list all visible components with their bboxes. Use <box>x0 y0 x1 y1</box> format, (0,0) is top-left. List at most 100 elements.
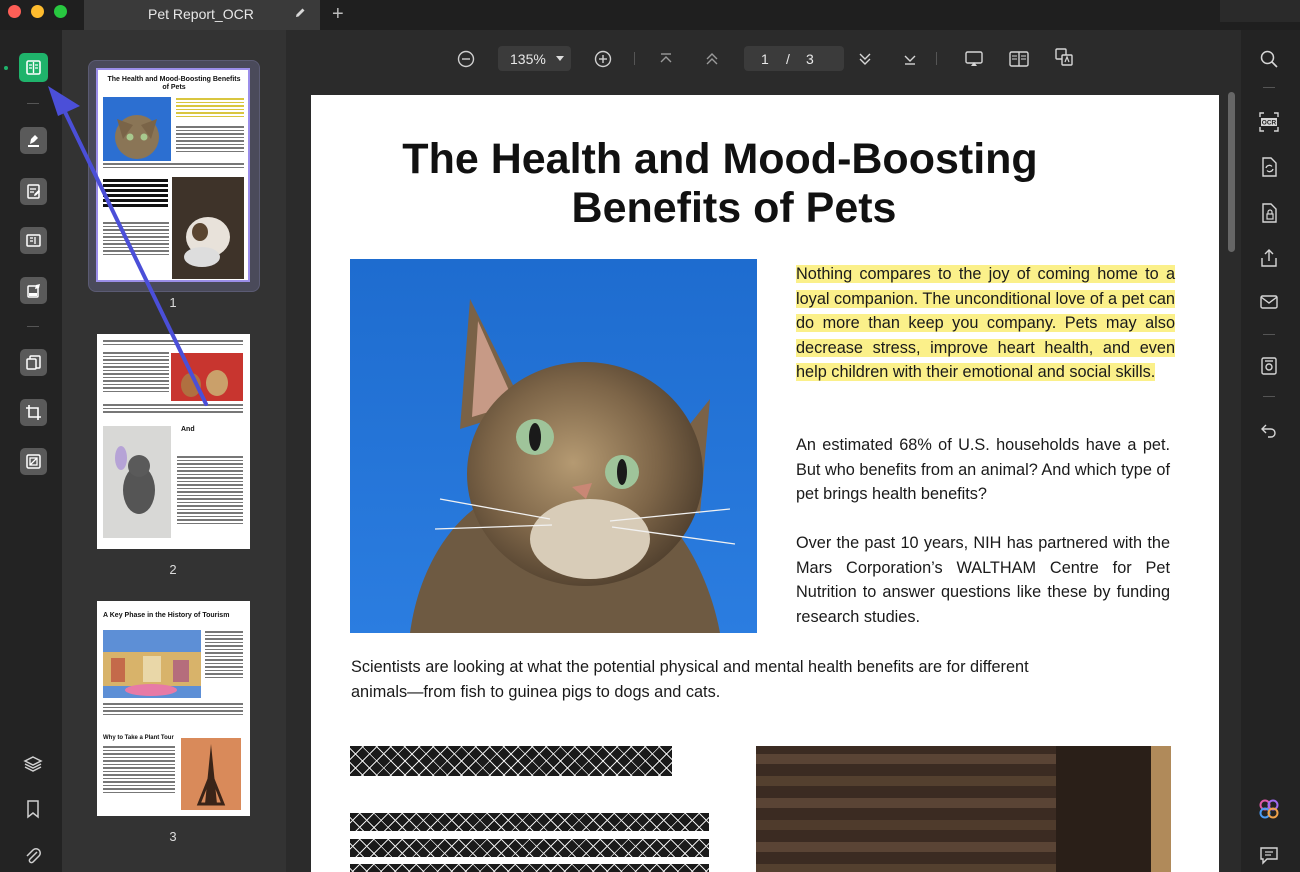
maximize-window-button[interactable] <box>54 5 67 18</box>
page-number-box[interactable]: 1 / 3 <box>744 46 844 71</box>
right-tool-rail: OCR <box>1241 30 1300 872</box>
bookmark-icon <box>27 800 39 819</box>
thumbnail-text <box>103 746 175 795</box>
ocr-button[interactable]: OCR <box>1258 111 1280 133</box>
thumbnail-title: The Health and Mood-Boosting Benefits of… <box>107 76 241 91</box>
rail-separator <box>1263 334 1275 335</box>
thumbnail-text <box>205 631 243 680</box>
page-separator: / <box>786 51 790 67</box>
rail-separator <box>27 326 39 327</box>
two-page-icon <box>1009 51 1029 67</box>
next-page-button[interactable] <box>854 48 876 70</box>
thumbnail-highlighted-text <box>176 98 244 119</box>
protect-document-button[interactable] <box>1258 202 1280 224</box>
thumbnail-eiffel-image <box>181 738 241 810</box>
highlighted-paragraph: Nothing compares to the joy of coming ho… <box>796 262 1175 385</box>
translate-button[interactable] <box>1053 46 1075 68</box>
convert-button[interactable] <box>1258 156 1280 178</box>
title-bar: Pet Report_OCR + <box>0 0 1300 30</box>
zoom-in-button[interactable] <box>592 48 614 70</box>
page-display-button[interactable] <box>1008 48 1030 70</box>
page-thumbnail-2[interactable]: And <box>97 334 250 549</box>
zoom-select[interactable]: 135% <box>498 46 571 71</box>
paragraph-nih: Over the past 10 years, NIH has partnere… <box>796 534 1170 626</box>
slideshow-button[interactable] <box>963 48 985 70</box>
page-thumbnail-3[interactable]: A Key Phase in the History of Tourism Wh… <box>97 601 250 816</box>
crop-button[interactable] <box>20 399 47 426</box>
comments-button[interactable] <box>1258 844 1280 866</box>
add-tab-button[interactable]: + <box>332 4 344 24</box>
rail-separator <box>1263 396 1275 397</box>
pages-icon <box>26 355 41 370</box>
thumbnail-text <box>103 163 244 170</box>
thumbnail-cat-image <box>103 426 171 538</box>
thumbnail-dogs-image <box>171 353 243 401</box>
share-icon <box>1261 249 1277 267</box>
document-title-line-2: Benefits of Pets <box>571 184 897 232</box>
left-tool-rail <box>0 30 62 872</box>
previous-page-button[interactable] <box>701 48 723 70</box>
protect-button[interactable] <box>20 448 47 475</box>
share-button[interactable] <box>1258 247 1280 269</box>
chevron-down-icon <box>556 56 564 61</box>
pdf-editor-window: Pet Report_OCR + The Health and Mood-Boo… <box>0 0 1300 872</box>
document-title: The Health and Mood-Boosting Benefits of… <box>311 135 1129 233</box>
translate-icon <box>1055 48 1073 66</box>
comment-tool-button[interactable] <box>20 127 47 154</box>
minimize-window-button[interactable] <box>31 5 44 18</box>
dog-photo <box>756 746 1171 872</box>
thumbnail-page-number: 3 <box>169 829 177 844</box>
save-button[interactable] <box>1258 355 1280 377</box>
rail-separator <box>1263 87 1275 88</box>
first-page-icon <box>660 53 672 63</box>
bookmarks-button[interactable] <box>22 798 44 820</box>
close-window-button[interactable] <box>8 5 21 18</box>
double-chevron-down-icon <box>859 53 871 65</box>
thumbnail-text <box>103 703 243 717</box>
organize-pages-button[interactable] <box>20 349 47 376</box>
mail-icon <box>1260 295 1278 309</box>
thumbnail-page-number: 2 <box>169 562 177 577</box>
last-page-icon <box>904 55 916 65</box>
current-page-input[interactable]: 1 <box>761 51 769 67</box>
comment-icon <box>1260 847 1278 865</box>
pencil-icon[interactable] <box>294 7 306 19</box>
sign-button[interactable] <box>20 277 47 304</box>
vertical-scrollbar[interactable] <box>1228 92 1235 252</box>
zoom-out-button[interactable] <box>455 48 477 70</box>
form-icon <box>26 234 41 247</box>
document-tab[interactable]: Pet Report_OCR <box>84 0 320 30</box>
thumbnail-text <box>103 352 169 394</box>
presentation-icon <box>965 51 983 66</box>
paragraph-households: An estimated 68% of U.S. households have… <box>796 436 1170 503</box>
edit-pdf-button[interactable] <box>20 178 47 205</box>
double-chevron-up-icon <box>706 53 718 65</box>
undo-button[interactable] <box>1258 419 1280 441</box>
last-page-button[interactable] <box>899 48 921 70</box>
zoom-value: 135% <box>510 51 546 67</box>
ai-assistant-button[interactable] <box>1258 798 1280 820</box>
reader-mode-button[interactable] <box>19 53 48 82</box>
total-pages: 3 <box>806 51 814 67</box>
redaction-block <box>350 839 709 857</box>
first-page-button[interactable] <box>655 48 677 70</box>
paragraph-scientists: Scientists are looking at what the poten… <box>351 658 1029 701</box>
signature-icon <box>27 284 40 298</box>
thumbnail-text <box>103 222 169 257</box>
cat-photo <box>350 259 757 633</box>
zoom-in-icon <box>594 50 612 68</box>
document-title-line-1: The Health and Mood-Boosting <box>402 135 1038 183</box>
search-button[interactable] <box>1258 48 1280 70</box>
attachments-button[interactable] <box>22 845 44 867</box>
toolbar-divider <box>936 52 937 65</box>
email-button[interactable] <box>1258 291 1280 313</box>
layers-icon <box>23 756 43 772</box>
document-tab-title: Pet Report_OCR <box>148 6 254 22</box>
ai-assistant-icon <box>1259 799 1279 819</box>
toolbar-divider <box>634 52 635 65</box>
layers-button[interactable] <box>22 753 44 775</box>
crop-icon <box>26 405 41 420</box>
edit-doc-icon <box>27 184 40 199</box>
page-thumbnail-1[interactable]: The Health and Mood-Boosting Benefits of… <box>96 68 250 282</box>
page-layout-button[interactable] <box>20 227 47 254</box>
